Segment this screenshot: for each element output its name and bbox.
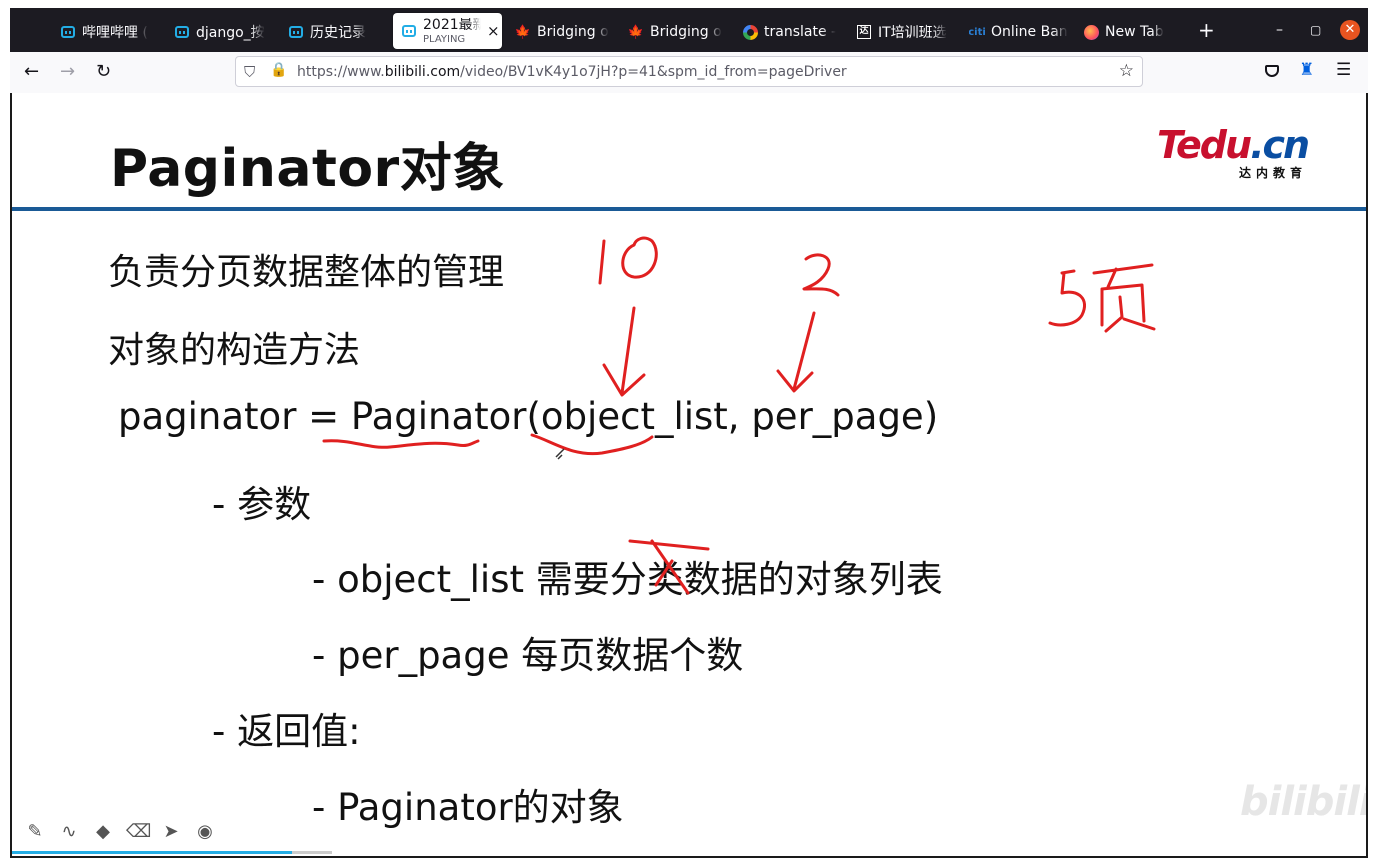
tab-bridging-2[interactable]: 🍁 Bridging o [628,17,728,47]
tab-translate[interactable]: translate - [742,17,842,47]
ink-arrow-left [602,306,646,397]
close-tab-icon[interactable]: × [487,22,500,40]
bilibili-watermark: bilibili [1240,779,1368,825]
eraser-icon[interactable]: ⌫ [126,821,151,843]
google-icon [742,24,758,40]
ink-underline-paginator [322,439,480,449]
back-icon[interactable]: ← [24,62,39,82]
video-player[interactable]: Paginator对象 Tedu.cn 达内教育 负责分页数据整体的管理 对象的… [10,93,1368,858]
citi-icon: citi [969,26,986,38]
tab-django[interactable]: django_按 [174,17,274,47]
slide-code-line: paginator = Paginator(object_list, per_p… [118,395,939,438]
highlighter-icon[interactable]: ◆ [92,821,114,843]
navigation-toolbar: ← → ↻ ⛉ 🔒 https://www.bilibili.com/video… [10,52,1368,94]
bilibili-icon [174,24,190,40]
minimize-icon[interactable]: – [1276,22,1283,38]
slide-line-1: 负责分页数据整体的管理 [108,252,505,293]
drawing-toolbar: ✎ ∿ ◆ ⌫ ➤ ◉ [24,821,216,843]
close-window-icon[interactable]: ✕ [1340,20,1360,40]
ink-digit-5 [1048,269,1086,327]
ink-char-ye [1092,263,1156,333]
browser-tab-bar: 哔哩哔哩 ( django_按 历史记录 2021最新 PLAYING × 🍁 … [0,0,1378,52]
tab-it-training[interactable]: 达 IT培训班选 [856,17,956,47]
ink-digit-0 [621,236,658,279]
freehand-icon[interactable]: ∿ [58,821,80,843]
maximize-icon[interactable]: ▢ [1310,23,1321,37]
slide-title: Paginator对象 [110,139,505,199]
pocket-icon[interactable] [1265,65,1279,77]
tab-online-banking[interactable]: citi Online Ban [969,17,1069,47]
tedu-logo: Tedu.cn 达内教育 [1157,123,1310,180]
forward-icon[interactable]: → [60,62,75,82]
maple-leaf-icon: 🍁 [515,24,532,40]
new-tab-button[interactable]: + [1198,20,1215,40]
it-site-icon: 达 [856,24,872,40]
pen-icon[interactable]: ✎ [24,821,46,843]
bilibili-icon [60,24,76,40]
bookmark-star-icon[interactable]: ☆ [1119,61,1134,81]
lock-icon[interactable]: 🔒 [270,62,287,78]
slide-line-object-list: - object_list 需要分类数据的对象列表 [312,558,943,601]
video-progress-bar[interactable] [12,851,332,854]
slide-line-2: 对象的构造方法 [108,330,361,371]
extension-icon[interactable]: ♜ [1299,60,1314,80]
bilibili-icon [401,23,417,39]
record-icon[interactable]: ◉ [194,821,216,843]
url-bar[interactable]: ⛉ 🔒 https://www.bilibili.com/video/BV1vK… [235,56,1143,87]
menu-icon[interactable]: ☰ [1336,60,1351,80]
pen-cursor-icon [555,448,565,460]
tab-bilibili-home[interactable]: 哔哩哔哩 ( [60,17,160,47]
ink-digit-2 [802,253,840,297]
pointer-icon[interactable]: ➤ [160,821,182,843]
tab-strip: 哔哩哔哩 ( django_按 历史记录 2021最新 PLAYING × 🍁 … [10,8,1368,52]
slide-line-params: - 参数 [212,483,312,526]
reload-icon[interactable]: ↻ [96,62,111,82]
slide-line-return: - 返回值: [212,710,361,753]
slide-line-per-page: - per_page 每页数据个数 [312,634,744,677]
bilibili-icon [288,24,304,40]
tab-new-tab[interactable]: New Tab [1083,17,1183,47]
ink-arrow-right [776,311,816,393]
tracking-shield-icon[interactable]: ⛉ [244,63,255,81]
tab-bridging-1[interactable]: 🍁 Bridging o [515,17,615,47]
url-text[interactable]: https://www.bilibili.com/video/BV1vK4y1o… [297,64,847,80]
tab-active-video[interactable]: 2021最新 PLAYING × [393,13,502,49]
title-divider [12,207,1366,211]
maple-leaf-icon: 🍁 [628,24,645,40]
slide-line-return-value: - Paginator的对象 [312,786,624,829]
tab-history[interactable]: 历史记录 [288,17,388,47]
firefox-icon [1083,24,1099,40]
ink-digit-1 [598,239,606,285]
